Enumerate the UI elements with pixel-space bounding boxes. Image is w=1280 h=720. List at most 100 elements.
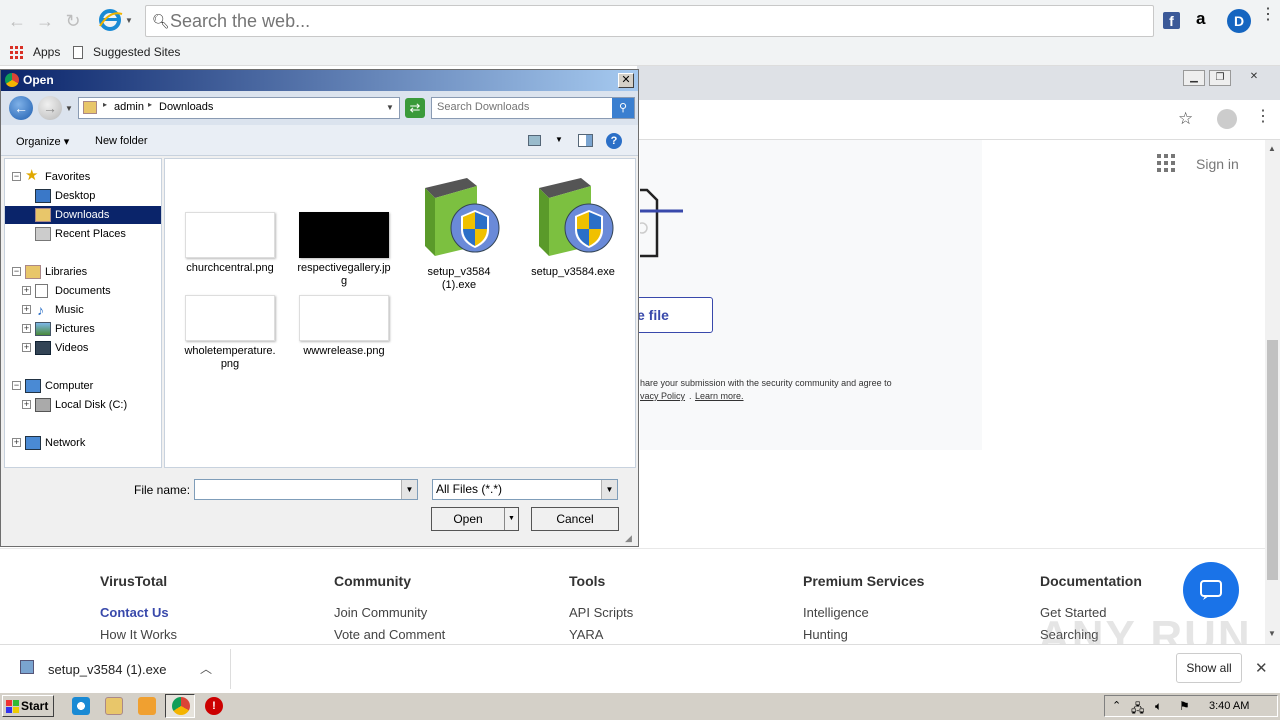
preview-pane-icon[interactable] xyxy=(578,134,593,147)
recent-locations-icon[interactable]: ▼ xyxy=(65,104,73,113)
expand-icon[interactable]: + xyxy=(12,438,21,447)
close-download-bar-icon[interactable]: ✕ xyxy=(1255,659,1268,677)
menu-icon[interactable]: ⋮ xyxy=(1260,7,1276,23)
new-folder-button[interactable]: New folder xyxy=(95,135,148,147)
apps-grid-icon[interactable] xyxy=(1157,154,1175,172)
cancel-button[interactable]: Cancel xyxy=(531,507,619,531)
stop-taskbar-icon[interactable]: ! xyxy=(205,697,223,715)
view-dropdown-icon[interactable]: ▼ xyxy=(555,135,563,144)
file-item-setup-1[interactable]: setup_v3584 (1).exe xyxy=(409,168,509,292)
file-item-wholetemperature[interactable]: wholetemperature. png xyxy=(180,295,280,371)
tree-item-downloads[interactable]: Downloads xyxy=(5,206,161,224)
file-item-churchcentral[interactable]: churchcentral.png xyxy=(180,212,280,275)
omnibox[interactable]: 🔍︎ xyxy=(145,5,1154,37)
tree-item-computer[interactable]: − Computer xyxy=(5,377,161,395)
tree-item-pictures[interactable]: + Pictures xyxy=(5,320,161,338)
media-player-taskbar-icon[interactable] xyxy=(138,697,156,715)
reload-icon[interactable]: ↻ xyxy=(62,10,84,32)
facebook-icon[interactable]: f xyxy=(1163,12,1180,29)
path-dropdown-icon[interactable]: ▼ xyxy=(386,103,394,112)
tree-item-music[interactable]: + ♪ Music xyxy=(5,301,161,319)
ie-logo-icon[interactable] xyxy=(98,8,124,32)
chevron-up-icon[interactable]: ︿ xyxy=(200,660,212,677)
tree-item-libraries[interactable]: − Libraries xyxy=(5,263,161,281)
file-item-wwwrelease[interactable]: wwwrelease.png xyxy=(294,295,394,358)
privacy-policy-link[interactable]: vacy Policy xyxy=(640,391,685,401)
breadcrumb-downloads[interactable]: Downloads xyxy=(159,101,213,113)
refresh-icon[interactable]: ⇄ xyxy=(405,98,425,118)
footer-link-intelligence[interactable]: Intelligence xyxy=(803,605,869,620)
expand-icon[interactable]: + xyxy=(22,400,31,409)
footer-link-vote-and-comment[interactable]: Vote and Comment xyxy=(334,627,445,642)
sign-in-link[interactable]: Sign in xyxy=(1196,156,1239,172)
footer-link-contact-us[interactable]: Contact Us xyxy=(100,605,169,620)
back-arrow-icon[interactable]: ← xyxy=(9,96,33,120)
file-type-dropdown-icon[interactable]: ▼ xyxy=(601,480,617,499)
dialog-close-button[interactable]: ✕ xyxy=(618,73,634,88)
ie-taskbar-icon[interactable] xyxy=(72,697,90,715)
start-button[interactable]: Start xyxy=(2,695,54,717)
restore-icon[interactable]: ❐ xyxy=(1209,70,1231,86)
footer-link-api-scripts[interactable]: API Scripts xyxy=(569,605,633,620)
breadcrumb-admin[interactable]: admin xyxy=(114,101,144,113)
chat-button[interactable] xyxy=(1183,562,1239,618)
show-all-button[interactable]: Show all xyxy=(1176,653,1242,683)
open-button[interactable]: Open ▼ xyxy=(431,507,519,531)
flag-tray-icon[interactable]: ⚑ xyxy=(1179,699,1190,713)
search-downloads-box[interactable]: ⚲ xyxy=(431,97,635,119)
explorer-taskbar-icon[interactable] xyxy=(105,697,123,715)
tree-item-local-disk[interactable]: + Local Disk (C:) xyxy=(5,396,161,414)
tree-item-documents[interactable]: + Documents xyxy=(5,282,161,300)
expand-icon[interactable]: + xyxy=(22,343,31,352)
back-arrow-icon[interactable]: ← xyxy=(6,10,28,32)
amazon-icon[interactable]: a xyxy=(1196,9,1205,29)
download-item-name[interactable]: setup_v3584 (1).exe xyxy=(48,662,167,677)
help-icon[interactable]: ? xyxy=(606,133,622,149)
scroll-up-icon[interactable]: ▲ xyxy=(1268,144,1276,153)
dialog-titlebar[interactable]: Open xyxy=(1,70,638,91)
collapse-icon[interactable]: − xyxy=(12,381,21,390)
tray-expand-icon[interactable]: ⌃ xyxy=(1112,699,1121,712)
forward-arrow-icon[interactable]: → xyxy=(38,96,62,120)
tree-item-desktop[interactable]: Desktop xyxy=(5,187,161,205)
collapse-icon[interactable]: − xyxy=(12,172,21,181)
forward-arrow-icon[interactable]: → xyxy=(34,10,56,32)
expand-icon[interactable]: + xyxy=(22,324,31,333)
file-name-combobox[interactable]: ▼ xyxy=(194,479,418,500)
breadcrumb-arrow-icon[interactable]: ▸ xyxy=(103,100,107,109)
expand-icon[interactable]: + xyxy=(22,305,31,314)
tree-item-videos[interactable]: + Videos xyxy=(5,339,161,357)
search-icon[interactable]: ⚲ xyxy=(612,98,634,118)
scroll-down-icon[interactable]: ▼ xyxy=(1268,629,1276,638)
bookmark-suggested-sites[interactable]: Suggested Sites xyxy=(93,45,180,59)
search-input[interactable] xyxy=(170,9,1140,33)
footer-link-join-community[interactable]: Join Community xyxy=(334,605,427,620)
volume-tray-icon[interactable]: 🔈︎ xyxy=(1155,699,1162,714)
footer-link-how-it-works[interactable]: How It Works xyxy=(100,627,177,642)
footer-link-hunting[interactable]: Hunting xyxy=(803,627,848,642)
bookmark-apps[interactable]: Apps xyxy=(33,45,60,59)
footer-link-yara[interactable]: YARA xyxy=(569,627,603,642)
file-item-respectivegallery[interactable]: respectivegallery.jp g xyxy=(294,212,394,288)
change-view-icon[interactable] xyxy=(528,135,541,146)
clock[interactable]: 3:40 AM xyxy=(1209,700,1249,712)
profile-icon[interactable]: D xyxy=(1227,9,1251,33)
resize-grip-icon[interactable]: ◢ xyxy=(625,533,632,544)
close-icon[interactable]: ✕ xyxy=(1243,70,1265,86)
scrollbar-thumb[interactable] xyxy=(1267,340,1278,580)
learn-more-link[interactable]: Learn more. xyxy=(695,391,744,401)
account-icon[interactable] xyxy=(1217,109,1237,129)
file-type-select[interactable]: All Files (*.*) ▼ xyxy=(432,479,618,500)
file-item-setup[interactable]: setup_v3584.exe xyxy=(523,168,623,279)
collapse-icon[interactable]: − xyxy=(12,267,21,276)
file-name-input[interactable] xyxy=(197,482,397,496)
chrome-taskbar-button[interactable] xyxy=(165,694,195,718)
address-breadcrumb[interactable]: ▸ admin ▸ Downloads ▼ xyxy=(78,97,400,119)
bookmark-star-icon[interactable]: ☆ xyxy=(1178,109,1193,129)
tree-item-network[interactable]: + Network xyxy=(5,434,161,452)
open-split-dropdown-icon[interactable]: ▼ xyxy=(504,508,518,530)
breadcrumb-arrow-icon[interactable]: ▸ xyxy=(148,100,152,109)
apps-icon[interactable] xyxy=(10,46,24,60)
network-tray-icon[interactable]: 🖧︎ xyxy=(1131,699,1144,720)
ie-dropdown-icon[interactable]: ▼ xyxy=(125,16,133,25)
